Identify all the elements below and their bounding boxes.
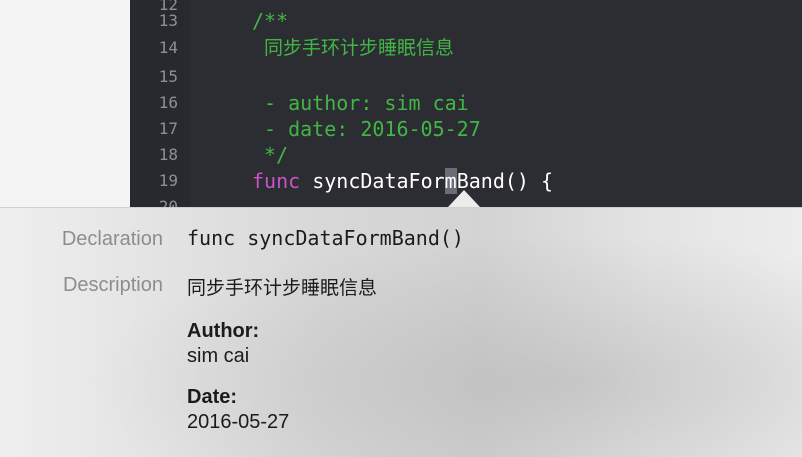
declaration-label: Declaration	[61, 228, 163, 250]
declaration-value: func syncDataFormBand()	[187, 226, 464, 250]
code-line[interactable]: */	[264, 142, 288, 168]
sidebar-strip	[0, 0, 130, 207]
code-line[interactable]: - author: sim cai	[264, 90, 469, 116]
code-line[interactable]: - date: 2016-05-27	[264, 116, 481, 142]
line-number: 16	[158, 93, 178, 112]
code-line[interactable]: 同步手环计步睡眠信息	[264, 35, 454, 61]
author-label: Author:	[187, 320, 260, 342]
code-editor[interactable]: /** 同步手环计步睡眠信息 - author: sim cai - date:…	[190, 0, 802, 207]
line-number: 13	[158, 11, 178, 30]
func-keyword: func	[252, 169, 301, 193]
date-label: Date:	[187, 386, 238, 408]
code-line-function-declaration[interactable]: func syncDataFormBand() {	[252, 168, 553, 194]
line-number: 14	[158, 38, 178, 57]
popover-arrow	[448, 190, 480, 207]
author-value: sim cai	[187, 345, 250, 367]
line-number: 20	[158, 197, 178, 207]
line-number-gutter: 12 13 14 15 16 17 18 19 20	[130, 0, 190, 207]
quick-help-popover: Declaration func syncDataFormBand() Desc…	[0, 207, 802, 457]
line-number: 18	[158, 145, 178, 164]
line-number: 17	[158, 119, 178, 138]
function-name-start: syncDataFor	[300, 169, 445, 193]
line-number: 19	[158, 171, 178, 190]
date-value: 2016-05-27	[187, 411, 290, 433]
description-value: 同步手环计步睡眠信息	[187, 277, 378, 299]
description-label: Description	[62, 274, 163, 296]
line-number: 15	[158, 67, 178, 86]
code-line[interactable]: /**	[252, 8, 288, 34]
